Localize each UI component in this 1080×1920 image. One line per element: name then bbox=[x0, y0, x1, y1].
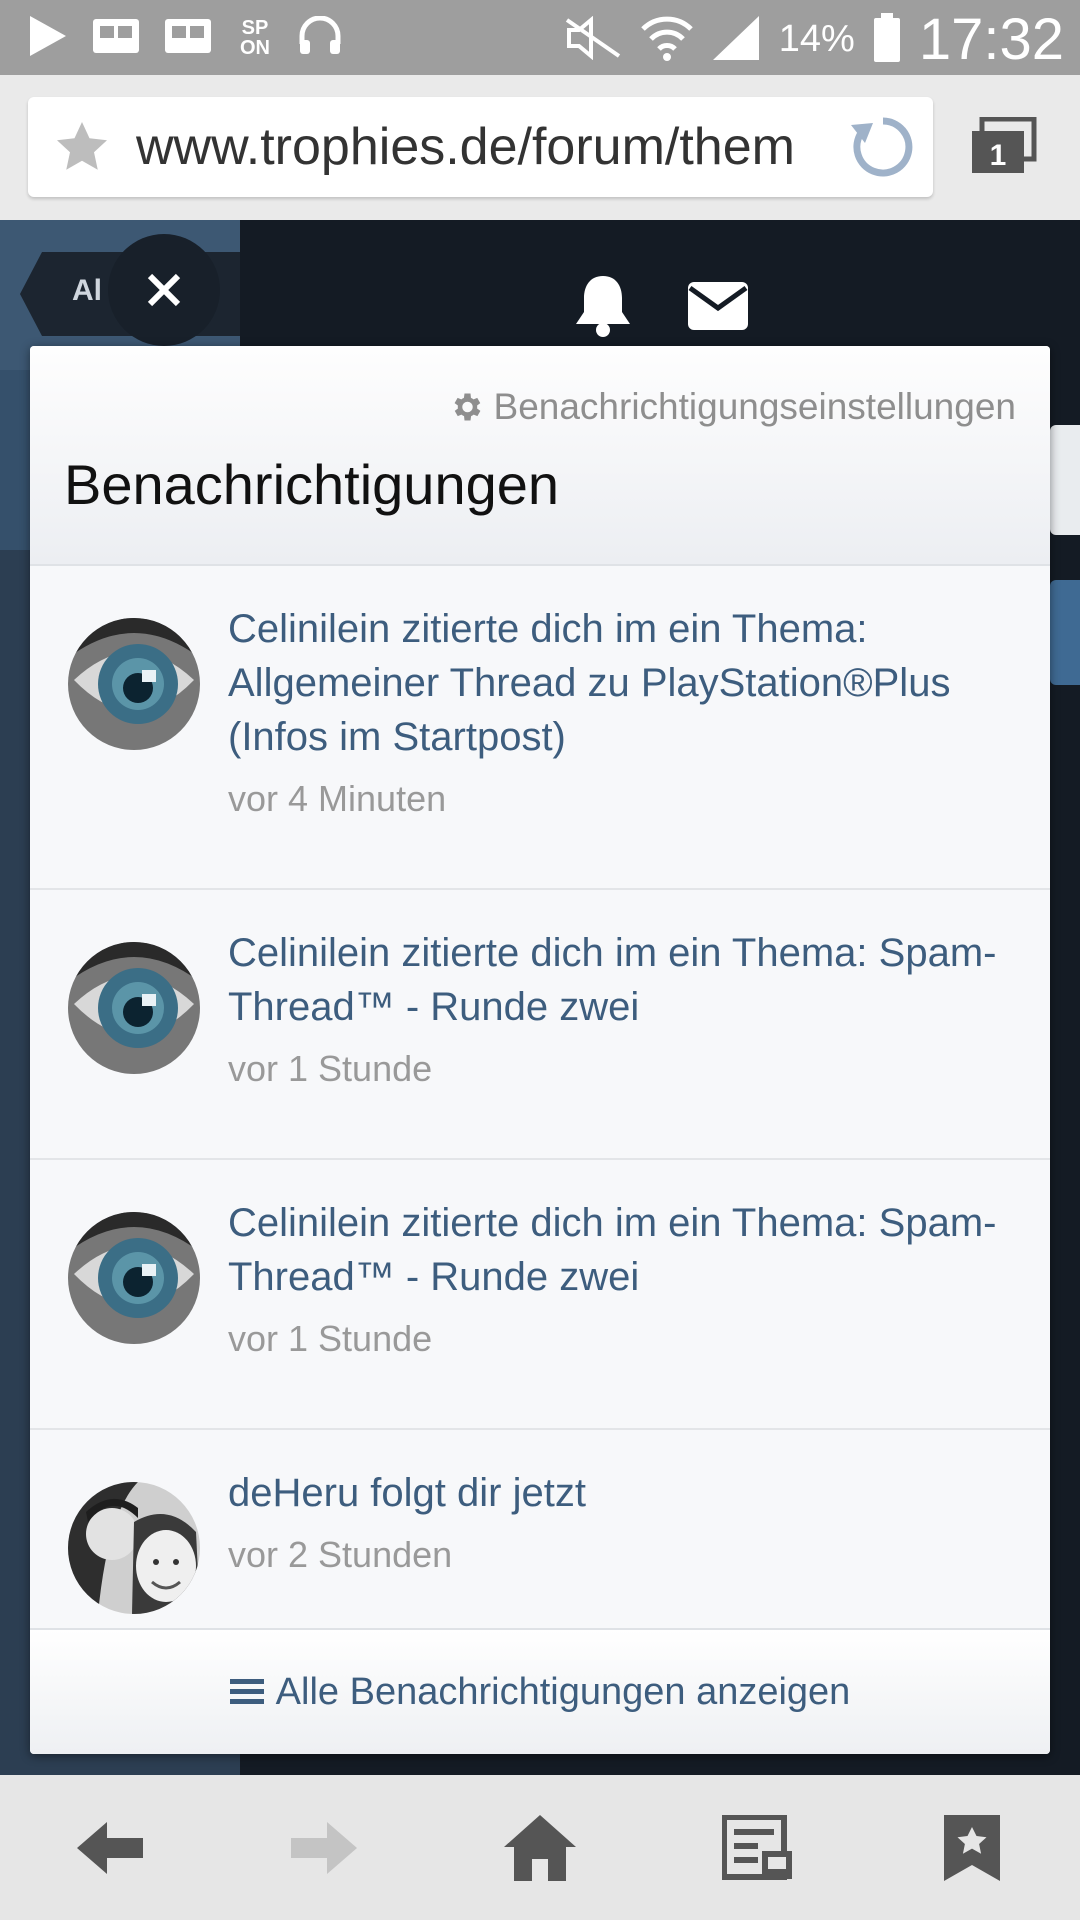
browser-bottom-bar bbox=[0, 1775, 1080, 1920]
notification-time: vor 2 Stunden bbox=[228, 1534, 453, 1575]
battery-icon bbox=[873, 12, 901, 67]
wifi-icon bbox=[641, 13, 693, 67]
tabs-button[interactable]: 1 bbox=[968, 116, 1038, 181]
notification-time: vor 1 Stunde bbox=[228, 1318, 433, 1359]
background-right-element bbox=[1050, 425, 1080, 535]
url-text[interactable]: www.trophies.de/forum/them bbox=[136, 117, 856, 177]
forward-arrow-icon bbox=[291, 1822, 357, 1874]
notification-text: Celinilein zitierte dich im ein Thema: A… bbox=[228, 602, 1010, 820]
avatar bbox=[68, 942, 200, 1074]
bookmark-star-icon[interactable] bbox=[50, 117, 114, 181]
notification-time: vor 4 Minuten bbox=[228, 778, 447, 819]
play-icon bbox=[28, 14, 68, 62]
battery-percent: 14% bbox=[778, 18, 855, 60]
saved-pages-icon bbox=[722, 1815, 792, 1880]
show-all-label: Alle Benachrichtigungen anzeigen bbox=[275, 1670, 851, 1713]
notification-list: Celinilein zitierte dich im ein Thema: A… bbox=[30, 566, 1050, 1630]
notifications-panel: Benachrichtigungseinstellungen Benachric… bbox=[30, 346, 1050, 1754]
notification-text: Celinilein zitierte dich im ein Thema: S… bbox=[228, 926, 1010, 1090]
cast-icon-2 bbox=[164, 18, 212, 58]
headphones-icon bbox=[298, 15, 342, 60]
close-icon bbox=[147, 273, 181, 307]
avatar bbox=[68, 618, 200, 750]
notification-title[interactable]: Celinilein zitierte dich im ein Thema: S… bbox=[228, 1196, 1010, 1304]
notification-item[interactable]: deHeru folgt dir jetzt vor 2 Stunden bbox=[30, 1430, 1050, 1630]
status-right-icons: 14% 17:32 bbox=[563, 6, 1064, 73]
cast-icon bbox=[92, 18, 140, 58]
back-button[interactable] bbox=[70, 1813, 150, 1883]
panel-header: Benachrichtigungseinstellungen Benachric… bbox=[30, 346, 1050, 566]
notification-item[interactable]: Celinilein zitierte dich im ein Thema: S… bbox=[30, 890, 1050, 1160]
notification-item[interactable]: Celinilein zitierte dich im ein Thema: S… bbox=[30, 1160, 1050, 1430]
url-bar[interactable]: www.trophies.de/forum/them bbox=[28, 97, 933, 197]
clock: 17:32 bbox=[918, 7, 1064, 72]
notification-time: vor 1 Stunde bbox=[228, 1048, 433, 1089]
back-arrow-icon bbox=[77, 1822, 143, 1874]
status-left-icons: SP ON bbox=[28, 14, 342, 62]
notification-title[interactable]: Celinilein zitierte dich im ein Thema: A… bbox=[228, 602, 1010, 764]
notification-item[interactable]: Celinilein zitierte dich im ein Thema: A… bbox=[30, 566, 1050, 890]
panel-title: Benachrichtigungen bbox=[64, 453, 560, 516]
browser-toolbar: www.trophies.de/forum/them 1 bbox=[0, 75, 1080, 220]
mail-icon[interactable] bbox=[686, 280, 750, 336]
status-bar: SP ON 14% 17:32 bbox=[0, 0, 1080, 75]
signal-icon bbox=[711, 14, 761, 66]
notification-settings-link[interactable]: Benachrichtigungseinstellungen bbox=[448, 386, 1016, 428]
reload-icon[interactable] bbox=[847, 111, 919, 187]
close-button[interactable] bbox=[108, 234, 220, 346]
home-icon bbox=[504, 1815, 576, 1881]
sp-on-indicator: SP ON bbox=[240, 17, 270, 59]
notification-text: Celinilein zitierte dich im ein Thema: S… bbox=[228, 1196, 1010, 1360]
forward-button[interactable] bbox=[284, 1813, 364, 1883]
show-all-notifications-link[interactable]: Alle Benachrichtigungen anzeigen bbox=[30, 1628, 1050, 1754]
bookmarks-button[interactable] bbox=[932, 1813, 1012, 1883]
avatar bbox=[68, 1482, 200, 1614]
notification-title[interactable]: Celinilein zitierte dich im ein Thema: S… bbox=[228, 926, 1010, 1034]
background-right-button bbox=[1050, 580, 1080, 685]
avatar bbox=[68, 1212, 200, 1344]
list-icon bbox=[229, 1679, 264, 1704]
home-button[interactable] bbox=[500, 1813, 580, 1883]
notification-title[interactable]: deHeru folgt dir jetzt bbox=[228, 1466, 1010, 1520]
bookmarks-icon bbox=[944, 1815, 1000, 1881]
tab-count: 1 bbox=[990, 139, 1007, 172]
gear-icon bbox=[454, 393, 480, 421]
notification-settings-label: Benachrichtigungseinstellungen bbox=[493, 386, 1016, 427]
mute-icon bbox=[563, 15, 623, 64]
saved-pages-button[interactable] bbox=[718, 1813, 798, 1883]
notification-text: deHeru folgt dir jetzt vor 2 Stunden bbox=[228, 1466, 1010, 1576]
bell-icon[interactable] bbox=[572, 272, 634, 342]
